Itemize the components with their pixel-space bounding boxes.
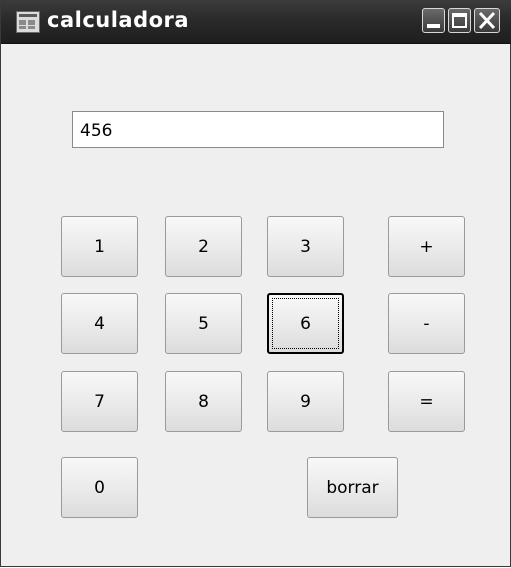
maximize-icon [452,13,467,28]
close-button[interactable] [474,8,500,33]
plus-button[interactable]: + [388,216,465,277]
close-icon [478,11,496,30]
calculator-window: calculadora 456 1 2 3 + 4 5 6 - 7 8 9 = … [0,0,511,567]
key-7-button[interactable]: 7 [61,371,138,432]
key-3-button[interactable]: 3 [267,216,344,277]
form-client-area: 456 1 2 3 + 4 5 6 - 7 8 9 = 0 borrar [1,44,510,566]
clear-button[interactable]: borrar [307,457,398,518]
key-5-button[interactable]: 5 [165,293,242,354]
key-8-button[interactable]: 8 [165,371,242,432]
app-icon[interactable] [16,11,40,33]
key-9-button[interactable]: 9 [267,371,344,432]
key-6-button[interactable]: 6 [267,293,344,354]
minus-button[interactable]: - [388,293,465,354]
window-title: calculadora [47,8,190,32]
title-bar[interactable]: calculadora [1,0,511,44]
key-4-button[interactable]: 4 [61,293,138,354]
key-0-button[interactable]: 0 [61,457,138,518]
key-2-button[interactable]: 2 [165,216,242,277]
key-1-button[interactable]: 1 [61,216,138,277]
display-textbox[interactable]: 456 [72,111,444,148]
minimize-button[interactable] [422,8,445,33]
minimize-icon [427,24,440,28]
key-6-label: 6 [272,298,339,349]
equals-button[interactable]: = [388,371,465,432]
maximize-button[interactable] [448,8,471,33]
